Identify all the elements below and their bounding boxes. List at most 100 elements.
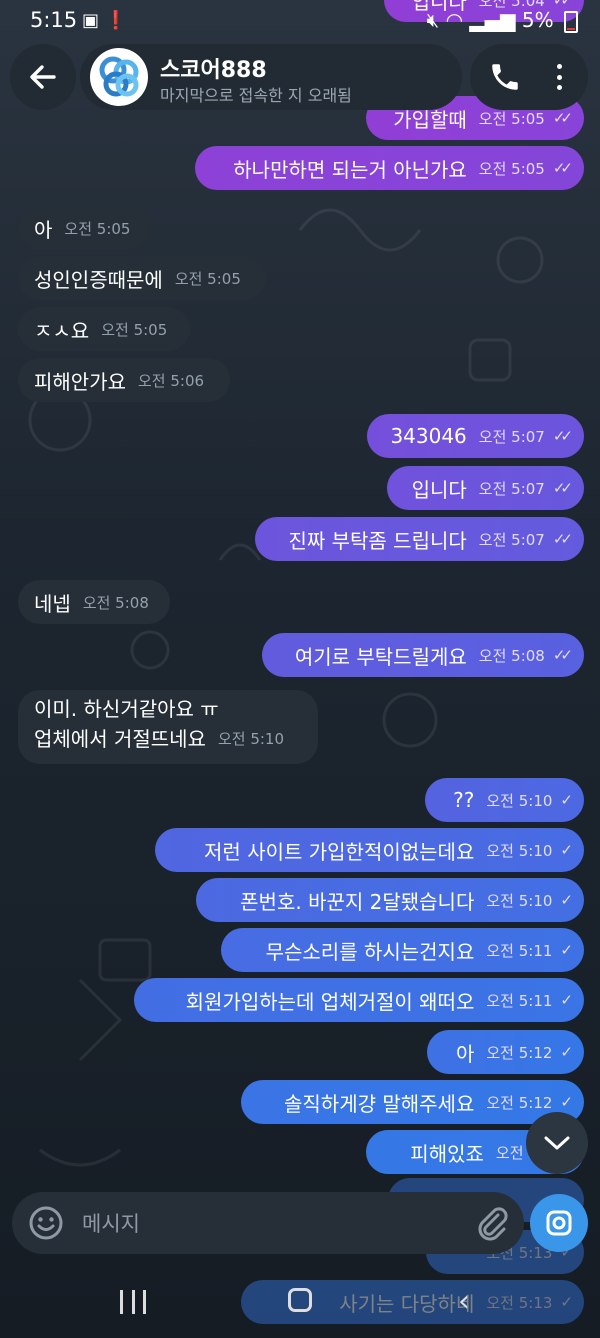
- message-timestamp: 오전 5:05: [174, 269, 241, 288]
- outgoing-message[interactable]: 솔직하게걍 말해주세요 오전 5:12 ✓: [241, 1080, 584, 1124]
- message-timestamp: 오전 5:07: [478, 427, 545, 446]
- message-text: 이미. 하신거같아요 ㅠ: [34, 697, 219, 721]
- message-text: 여기로 부탁드릴게요: [294, 644, 467, 669]
- more-dot: [556, 74, 562, 80]
- attach-button[interactable]: [474, 1205, 510, 1241]
- message-timestamp: 오전 5:11: [486, 991, 553, 1010]
- logo-icon: [99, 56, 139, 97]
- message-time: 오전 5:10: [218, 724, 284, 754]
- mute-icon: 🔇︎: [426, 8, 440, 32]
- message-time: 오전 5:06: [138, 370, 204, 391]
- message-timestamp: 오전 5:05: [478, 109, 545, 128]
- message-composer: [12, 1192, 524, 1254]
- system-navigation-bar: ‹: [0, 1270, 600, 1338]
- status-time: 5:15: [30, 8, 78, 32]
- message-timestamp: 오전 5:10: [486, 891, 553, 910]
- message-text: 하나만하면 되는거 아닌가요: [233, 157, 467, 182]
- avatar[interactable]: [90, 48, 148, 106]
- message-timestamp: 오전 5:10: [217, 730, 285, 748]
- camera-icon: [546, 1210, 572, 1236]
- message-text: 성인인증때문에: [34, 267, 163, 292]
- recent-apps-button[interactable]: [120, 1290, 146, 1314]
- message-line: 업체에서 거절뜨네요 오전 5:10: [34, 724, 284, 754]
- message-time: 오전 5:11 ✓: [486, 990, 572, 1011]
- message-time: 오전 5:10 ✓: [486, 840, 572, 861]
- chat-last-seen: 마지막으로 접속한 지 오래됨: [160, 86, 352, 105]
- double-check-icon: ✓✓: [552, 530, 573, 548]
- message-input[interactable]: [80, 1204, 444, 1244]
- message-text: 아: [34, 217, 53, 242]
- more-dot: [556, 64, 562, 69]
- check-icon: ✓: [560, 1093, 572, 1111]
- message-time: 오전 5:10 ✓: [486, 890, 572, 911]
- status-bar: 5:15 ▣ ❗ 🔇︎ ◠ ▂▄▆ 5%: [0, 0, 600, 40]
- camera-button[interactable]: [530, 1194, 588, 1252]
- message-text: 업체에서 거절뜨네요: [34, 727, 206, 751]
- incoming-message[interactable]: 네넵 오전 5:08: [18, 580, 170, 624]
- incoming-message[interactable]: 피해안가요 오전 5:06: [18, 358, 230, 402]
- recent-bar: [143, 1290, 146, 1314]
- message-text: 입니다: [411, 477, 467, 502]
- message-text: 회원가입하는데 업체거절이 왜떠오: [185, 989, 475, 1014]
- check-icon: ✓: [560, 991, 572, 1009]
- scroll-to-bottom-button[interactable]: [526, 1112, 588, 1174]
- message-text: 무슨소리를 하시는건지요: [265, 939, 475, 964]
- incoming-message[interactable]: ㅈㅅ요 오전 5:05: [18, 307, 190, 351]
- message-timestamp: 오전 5:10: [486, 841, 553, 860]
- message-text: ??: [453, 788, 475, 812]
- check-icon: ✓: [560, 841, 572, 859]
- incoming-message[interactable]: 아 오전 5:05: [18, 206, 150, 250]
- emoji-button[interactable]: [28, 1205, 64, 1241]
- outgoing-message[interactable]: 여기로 부탁드릴게요 오전 5:08 ✓✓: [262, 633, 584, 677]
- check-icon: ✓: [560, 791, 572, 809]
- message-timestamp: 오전 5:05: [64, 219, 131, 238]
- outgoing-message[interactable]: 아 오전 5:12 ✓: [427, 1030, 584, 1074]
- outgoing-message[interactable]: 입니다 오전 5:07 ✓✓: [387, 466, 584, 510]
- message-text: 네넵: [34, 591, 71, 616]
- more-dot: [556, 85, 562, 90]
- system-back-button[interactable]: ‹: [458, 1284, 470, 1319]
- call-button[interactable]: [488, 60, 522, 94]
- home-button[interactable]: [288, 1288, 312, 1312]
- message-text: 343046: [390, 424, 467, 448]
- arrow-left-icon: [30, 65, 56, 89]
- phone-icon: [492, 64, 518, 90]
- message-text: 피해안가요: [34, 369, 126, 394]
- message-time: 오전 5:05: [101, 319, 167, 340]
- back-button[interactable]: [10, 44, 76, 110]
- check-icon: ✓: [560, 941, 572, 959]
- double-check-icon: ✓✓: [552, 427, 573, 445]
- signal-icon: ▂▄▆: [469, 8, 516, 32]
- message-list[interactable]: 입니다 오전 5:04 ✓✓ 가입할때 오전 5:05 ✓✓ 하나만하면 되는거 아닌가요 오…: [0, 0, 600, 1338]
- chat-header[interactable]: 스코어888 마지막으로 접속한 지 오래됨: [80, 44, 462, 110]
- outgoing-message[interactable]: 진짜 부탁좀 드립니다 오전 5:07 ✓✓: [255, 517, 584, 561]
- message-timestamp: 오전 5:07: [478, 530, 545, 549]
- more-options-button[interactable]: [544, 60, 574, 94]
- message-timestamp: 오전 5:05: [478, 159, 545, 178]
- message-timestamp: 오전 5:06: [138, 371, 205, 390]
- double-check-icon: ✓✓: [552, 646, 573, 664]
- chat-title: 스코어888: [160, 58, 267, 83]
- outgoing-message[interactable]: 하나만하면 되는거 아닌가요 오전 5:05 ✓✓: [195, 146, 584, 190]
- message-text: 피해있죠: [410, 1141, 484, 1166]
- outgoing-message[interactable]: 회원가입하는데 업체거절이 왜떠오 오전 5:11 ✓: [134, 978, 584, 1022]
- double-check-icon: ✓✓: [552, 159, 573, 177]
- message-timestamp: 오전 5:07: [478, 479, 545, 498]
- message-timestamp: 오전 5:05: [101, 320, 168, 339]
- message-time: 오전 5:05: [175, 268, 241, 289]
- outgoing-message[interactable]: 무슨소리를 하시는건지요 오전 5:11 ✓: [221, 928, 584, 972]
- status-right: 🔇︎ ◠ ▂▄▆ 5%: [427, 8, 578, 33]
- message-text: 폰번호. 바꾼지 2달됐습니다: [240, 889, 475, 914]
- incoming-message[interactable]: 성인인증때문에 오전 5:05: [18, 256, 266, 300]
- battery-level: 5%: [521, 8, 554, 32]
- message-timestamp: 오전 5:11: [486, 941, 553, 960]
- outgoing-message[interactable]: 폰번호. 바꾼지 2달됐습니다 오전 5:10 ✓: [196, 878, 584, 922]
- outgoing-message[interactable]: 저런 사이트 가입한적이없는데요 오전 5:10 ✓: [155, 828, 584, 872]
- incoming-message[interactable]: 이미. 하신거같아요 ㅠ 업체에서 거절뜨네요 오전 5:10: [18, 690, 318, 764]
- outgoing-message[interactable]: 343046 오전 5:07 ✓✓: [367, 414, 584, 458]
- message-time: 오전 5:05 ✓✓: [478, 158, 573, 179]
- message-time: 오전 5:10 ✓: [486, 790, 572, 811]
- message-time: 오전 5:07 ✓✓: [478, 529, 573, 550]
- outgoing-message[interactable]: ?? 오전 5:10 ✓: [425, 778, 584, 822]
- message-timestamp: 오전 5:12: [486, 1093, 553, 1112]
